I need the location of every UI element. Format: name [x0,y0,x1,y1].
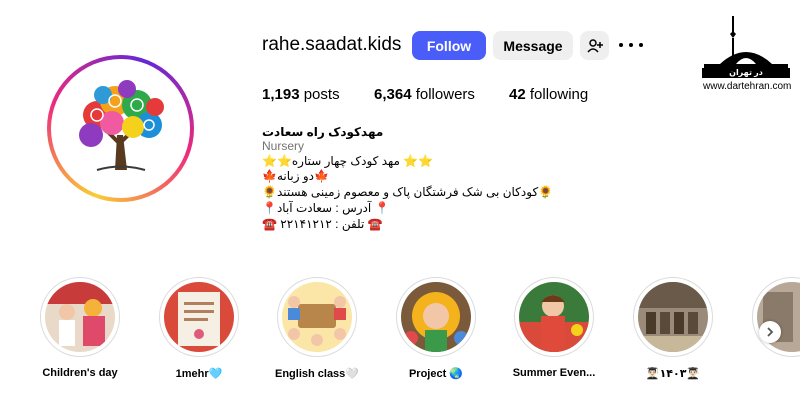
highlight-label: Children's day [42,367,118,379]
avatar-inner [51,59,190,198]
highlight-partial[interactable] [752,277,800,357]
add-person-icon [586,38,603,53]
chevron-right-icon [767,327,774,337]
followers-count: 6,364 [374,86,412,103]
highlight-thumbnail [45,282,115,352]
highlight-thumbnail [282,282,352,352]
highlight-1mehr[interactable] [159,277,239,357]
suggest-accounts-button[interactable] [580,31,609,60]
profile-avatar[interactable] [47,55,194,202]
followers-stat[interactable]: 6,364 followers [374,86,475,103]
highlight-project[interactable] [396,277,476,357]
highlight-label: 👨🏻‍🎓۱۴۰۳👨🏻‍🎓 [645,368,701,380]
following-stat[interactable]: 42 following [509,86,588,103]
more-options-icon[interactable] [619,35,643,55]
dot [629,43,633,47]
posts-label: posts [299,86,340,103]
avatar-logo-image [57,65,184,192]
posts-count: 1,193 [262,86,300,103]
bio-display-name: مهدکودک راه سعادت [262,125,384,139]
following-label: following [525,86,589,103]
following-count: 42 [509,86,526,103]
highlight-label: Project 🌏 [408,368,464,380]
highlight-label: Summer Even... [512,367,596,379]
bio-line: 🍁دو زبانه🍁 [262,169,329,183]
message-button[interactable]: Message [493,31,573,60]
username: rahe.saadat.kids [262,34,402,55]
highlight-label: 1mehr🩵 [175,368,223,380]
follow-button[interactable]: Follow [412,31,486,60]
bio-line: ☎️ تلفن : ۲۲۱۴۱۲۱۲ ☎️ [262,217,383,231]
dot [639,43,643,47]
highlight-english-class[interactable] [277,277,357,357]
highlight-thumbnail [519,282,589,352]
highlight-label: English class🤍 [274,368,359,380]
highlights-next-button[interactable] [759,321,781,343]
highlight-childrens-day[interactable] [40,277,120,357]
bio-category: Nursery [262,139,305,153]
highlight-thumbnail [638,282,708,352]
watermark-url: www.dartehran.com [703,81,792,92]
posts-stat: 1,193 posts [262,86,340,103]
highlight-summer-event[interactable] [514,277,594,357]
highlight-thumbnail [164,282,234,352]
highlight-thumbnail [401,282,471,352]
bio-line: 📍آدرس : سعادت آباد 📍 [262,201,390,215]
highlight-1403[interactable] [633,277,713,357]
bio-line: ⭐️⭐️مهد کودک چهار ستاره ⭐️⭐️ [262,154,434,168]
bio-line: 🌻کودکان بی شک فرشتگان پاک و معصوم زمینی … [262,185,554,199]
followers-label: followers [411,86,475,103]
dot [619,43,623,47]
logo-brand-text: در تهران [729,68,763,77]
